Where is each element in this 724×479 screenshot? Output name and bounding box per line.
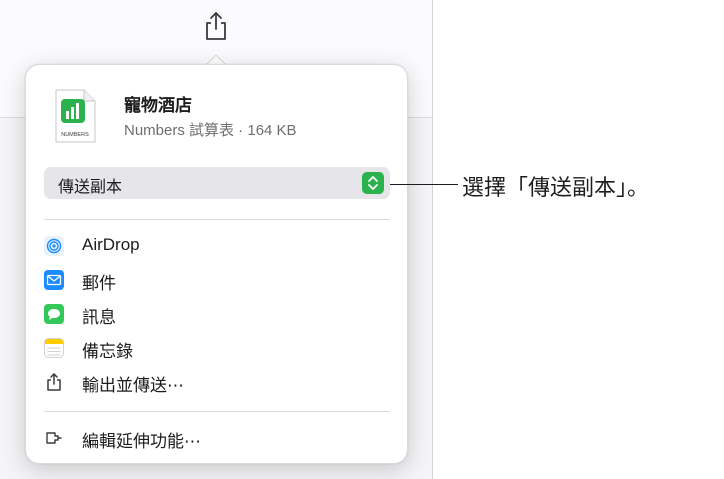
file-name: 寵物酒店 (124, 96, 192, 115)
messages-icon (44, 304, 64, 324)
menu-item-label: 輸出並傳送⋯ (82, 376, 184, 395)
menu-item-label: 訊息 (82, 308, 116, 327)
numbers-file-icon: NUMBERS (55, 89, 96, 143)
send-copy-select[interactable]: 傳送副本 (44, 167, 390, 199)
menu-item-edit-extensions[interactable]: 編輯延伸功能⋯ (44, 423, 390, 453)
menu-item-label: 備忘錄 (82, 342, 133, 361)
menu-item-mail[interactable]: 郵件 (44, 265, 390, 295)
export-share-icon (47, 373, 61, 391)
callout-line (390, 184, 458, 185)
menu-item-notes[interactable]: 備忘錄 (44, 333, 390, 363)
mail-icon (44, 270, 64, 290)
airdrop-icon (44, 236, 64, 256)
menu-item-label: 郵件 (82, 274, 116, 293)
callout-text: 選擇「傳送副本」。 (462, 175, 650, 200)
extensions-icon (46, 432, 62, 444)
share-icon[interactable] (202, 10, 230, 42)
menu-item-label: AirDrop (82, 235, 140, 254)
menu-item-label: 編輯延伸功能⋯ (82, 432, 201, 451)
notes-icon (44, 338, 64, 358)
menu-item-airdrop[interactable]: AirDrop (44, 231, 390, 261)
send-copy-select-value: 傳送副本 (58, 179, 123, 196)
file-meta: Numbers 試算表 · 164 KB (124, 122, 297, 139)
menu-item-export-and-send[interactable]: 輸出並傳送⋯ (44, 367, 390, 397)
file-icon-caption: NUMBERS (61, 132, 89, 138)
divider (44, 411, 390, 412)
menu-item-messages[interactable]: 訊息 (44, 299, 390, 329)
divider (44, 219, 390, 220)
share-popover: NUMBERS 寵物酒店 Numbers 試算表 · 164 KB 傳送副本 A… (25, 64, 408, 464)
chevron-up-down-icon (362, 172, 384, 194)
